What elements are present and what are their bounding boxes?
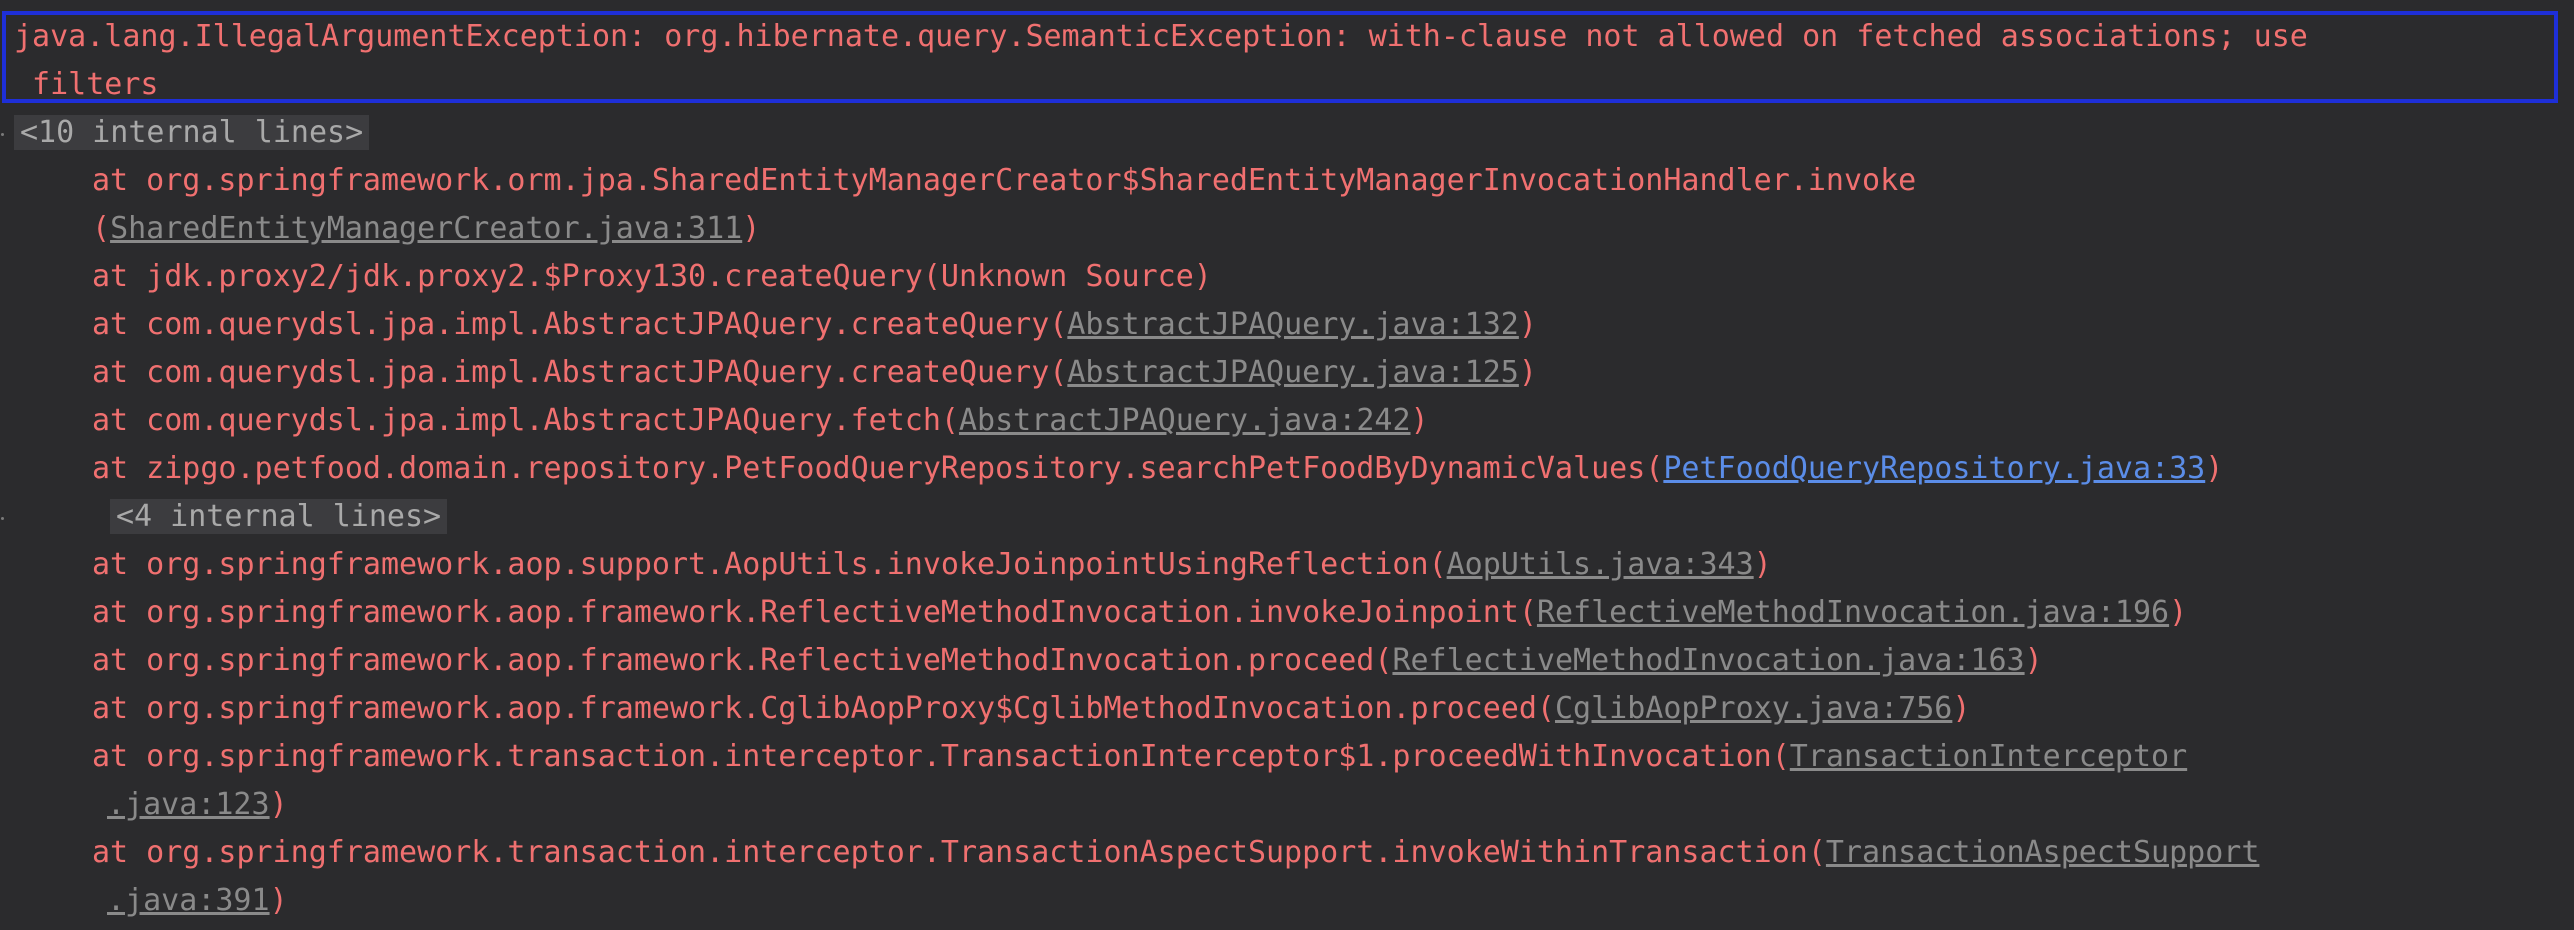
source-link[interactable]: AbstractJPAQuery.java:242	[959, 403, 1411, 438]
source-link[interactable]: .java:123	[107, 787, 270, 822]
frame-paren: )	[2169, 595, 2188, 630]
frame-text: at org.springframework.aop.framework.Ref…	[92, 595, 1519, 630]
frame-paren: (	[1049, 355, 1068, 390]
source-link[interactable]: TransactionInterceptor	[1790, 739, 2187, 774]
frame-text: at zipgo.petfood.domain.repository.PetFo…	[92, 451, 1646, 486]
frame-paren: )	[2024, 643, 2043, 678]
source-link[interactable]: TransactionAspectSupport	[1826, 835, 2259, 870]
internal-lines-fold-row: <4 internal lines>	[110, 493, 448, 541]
frame-text: at com.querydsl.jpa.impl.AbstractJPAQuer…	[92, 307, 1050, 342]
frame-paren: )	[1518, 355, 1537, 390]
frame-paren: (	[1807, 835, 1826, 870]
frame-text: at jdk.proxy2/jdk.proxy2.$Proxy130.creat…	[92, 259, 1212, 294]
frame-paren: )	[1518, 307, 1537, 342]
fold-gutter-marker	[1, 133, 4, 136]
exception-message-line-1: java.lang.IllegalArgumentException: org.…	[14, 13, 2308, 61]
frame-paren: )	[1410, 403, 1429, 438]
frame-paren: (	[940, 403, 959, 438]
frame-paren: (	[1771, 739, 1790, 774]
frame-paren: (	[1518, 595, 1537, 630]
frame-paren: (	[1374, 643, 1393, 678]
project-source-link[interactable]: PetFoodQueryRepository.java:33	[1663, 451, 2205, 486]
stack-frame: at com.querydsl.jpa.impl.AbstractJPAQuer…	[92, 349, 1537, 397]
stack-frame: at org.springframework.transaction.inter…	[92, 829, 2259, 877]
stack-frame-continuation: .java:391)	[107, 877, 288, 925]
stack-frame: at org.springframework.transaction.inter…	[92, 733, 2187, 781]
frame-paren: (	[1049, 307, 1068, 342]
stack-frame-continuation: .java:123)	[107, 781, 288, 829]
frame-text: at org.springframework.aop.framework.Cgl…	[92, 691, 1537, 726]
frame-paren: (	[1536, 691, 1555, 726]
stack-frame: at org.springframework.aop.support.AopUt…	[92, 541, 1772, 589]
frame-paren: )	[2205, 451, 2224, 486]
frame-text: at com.querydsl.jpa.impl.AbstractJPAQuer…	[92, 355, 1050, 390]
stack-frame: at org.springframework.aop.framework.Ref…	[92, 637, 2043, 685]
frame-paren: (	[1645, 451, 1664, 486]
source-link[interactable]: ReflectiveMethodInvocation.java:163	[1392, 643, 2024, 678]
frame-paren: )	[269, 787, 288, 822]
internal-lines-fold[interactable]: <10 internal lines>	[14, 115, 370, 150]
frame-text: at com.querydsl.jpa.impl.AbstractJPAQuer…	[92, 403, 941, 438]
stack-frame-continuation: (SharedEntityManagerCreator.java:311)	[92, 205, 760, 253]
frame-text: at org.springframework.orm.jpa.SharedEnt…	[92, 163, 1917, 198]
stack-frame: at com.querydsl.jpa.impl.AbstractJPAQuer…	[92, 397, 1429, 445]
fold-gutter-marker	[1, 517, 4, 520]
internal-lines-fold-row: <10 internal lines>	[14, 109, 370, 157]
exception-message-line-2: filters	[14, 61, 159, 109]
console-output: java.lang.IllegalArgumentException: org.…	[0, 0, 2574, 930]
frame-text: at org.springframework.aop.support.AopUt…	[92, 547, 1429, 582]
frame-paren: )	[269, 883, 288, 918]
frame-paren: (	[1428, 547, 1447, 582]
stack-frame: at jdk.proxy2/jdk.proxy2.$Proxy130.creat…	[92, 253, 1212, 301]
exception-message-text: filters	[14, 67, 159, 102]
source-link[interactable]: CglibAopProxy.java:756	[1555, 691, 1952, 726]
frame-paren: )	[742, 211, 761, 246]
stack-frame: at org.springframework.orm.jpa.SharedEnt…	[92, 157, 1916, 205]
frame-paren: )	[1753, 547, 1772, 582]
source-link[interactable]: AbstractJPAQuery.java:125	[1067, 355, 1519, 390]
stack-frame: at org.springframework.aop.framework.Ref…	[92, 589, 2187, 637]
internal-lines-fold[interactable]: <4 internal lines>	[110, 499, 448, 534]
stack-frame: at org.springframework.aop.framework.Cgl…	[92, 685, 1970, 733]
exception-message-text: java.lang.IllegalArgumentException: org.…	[14, 19, 2308, 54]
frame-text: at org.springframework.aop.framework.Ref…	[92, 643, 1375, 678]
frame-text: at org.springframework.transaction.inter…	[92, 835, 1808, 870]
source-link[interactable]: AopUtils.java:343	[1447, 547, 1754, 582]
frame-paren: (	[92, 211, 111, 246]
source-link[interactable]: AbstractJPAQuery.java:132	[1067, 307, 1519, 342]
stack-frame: at zipgo.petfood.domain.repository.PetFo…	[92, 445, 2223, 493]
source-link[interactable]: .java:391	[107, 883, 270, 918]
source-link[interactable]: ReflectiveMethodInvocation.java:196	[1537, 595, 2169, 630]
frame-paren: )	[1952, 691, 1971, 726]
frame-text: at org.springframework.transaction.inter…	[92, 739, 1772, 774]
stack-frame: at com.querydsl.jpa.impl.AbstractJPAQuer…	[92, 301, 1537, 349]
source-link[interactable]: SharedEntityManagerCreator.java:311	[110, 211, 742, 246]
